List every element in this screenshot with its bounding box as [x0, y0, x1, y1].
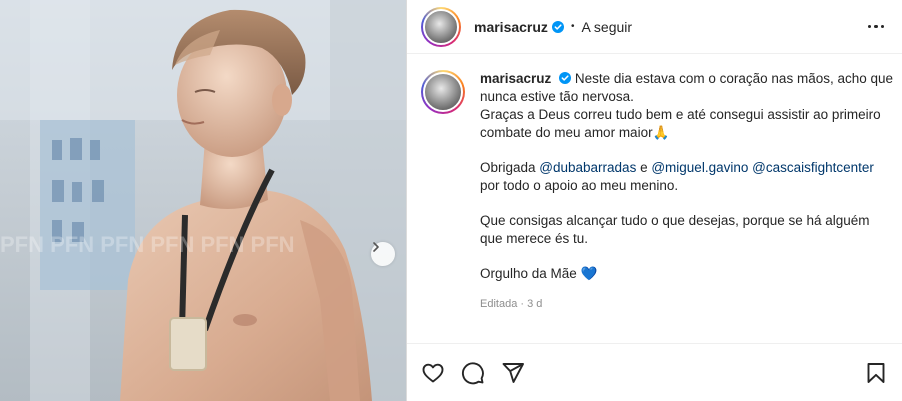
thanks-prefix: Obrigada — [480, 160, 540, 175]
and-word: e — [636, 160, 652, 175]
caption-author-avatar[interactable] — [421, 70, 465, 114]
meta-separator: · — [520, 298, 525, 310]
caption-meta: Editada · 3 d — [480, 295, 895, 313]
caption-wish: Que consigas alcançar tudo o que desejas… — [480, 213, 870, 246]
post-header: marisacruz • A seguir — [407, 0, 902, 54]
caption-username[interactable]: marisacruz — [480, 71, 551, 86]
paper-plane-icon[interactable] — [501, 361, 525, 385]
more-options-icon[interactable] — [864, 21, 889, 33]
following-button[interactable]: A seguir — [581, 19, 632, 35]
comment-icon[interactable] — [461, 361, 485, 385]
chevron-right-icon — [373, 242, 379, 252]
mention-dubabarradas[interactable]: @dubabarradas — [539, 160, 636, 175]
photo-watermark: PFN PFN PFN PFN PFN PFN — [0, 232, 295, 257]
author-avatar[interactable] — [421, 6, 461, 47]
edited-label: Editada — [480, 298, 518, 310]
verified-badge-icon — [559, 72, 572, 84]
post-photo[interactable]: PFN PFN PFN PFN PFN PFN — [0, 0, 406, 401]
thanks-suffix: por todo o apoio ao meu menino. — [480, 178, 679, 193]
caption-pride: Orgulho da Mãe — [480, 266, 577, 281]
mention-cascaisfightcenter[interactable]: @cascaisfightcenter — [752, 160, 874, 175]
action-bar — [407, 343, 902, 401]
post-details-panel: marisacruz • A seguir marisacruz Neste d… — [407, 0, 902, 401]
author-username[interactable]: marisacruz — [474, 19, 548, 35]
caption-body: marisacruz Neste dia estava com o coraçã… — [480, 70, 895, 313]
next-image-button[interactable] — [371, 242, 395, 266]
heart-icon[interactable] — [421, 361, 445, 385]
blue-heart-emoji: 💙 — [580, 266, 598, 281]
post-time[interactable]: 3 d — [527, 298, 542, 310]
fighter-photo-illustration: PFN PFN PFN PFN PFN PFN — [0, 0, 406, 401]
mention-miguel-gavino[interactable]: @miguel.gavino — [651, 160, 748, 175]
header-separator: • — [570, 21, 575, 32]
post-modal: PFN PFN PFN PFN PFN PFN marisacruz • A s… — [0, 0, 902, 401]
verified-badge-icon — [551, 20, 564, 33]
bookmark-icon[interactable] — [864, 361, 888, 385]
caption-line-2: Graças a Deus correu tudo bem e até cons… — [480, 107, 881, 140]
folded-hands-emoji: 🙏 — [652, 125, 670, 140]
post-caption: marisacruz Neste dia estava com o coraçã… — [421, 70, 901, 313]
